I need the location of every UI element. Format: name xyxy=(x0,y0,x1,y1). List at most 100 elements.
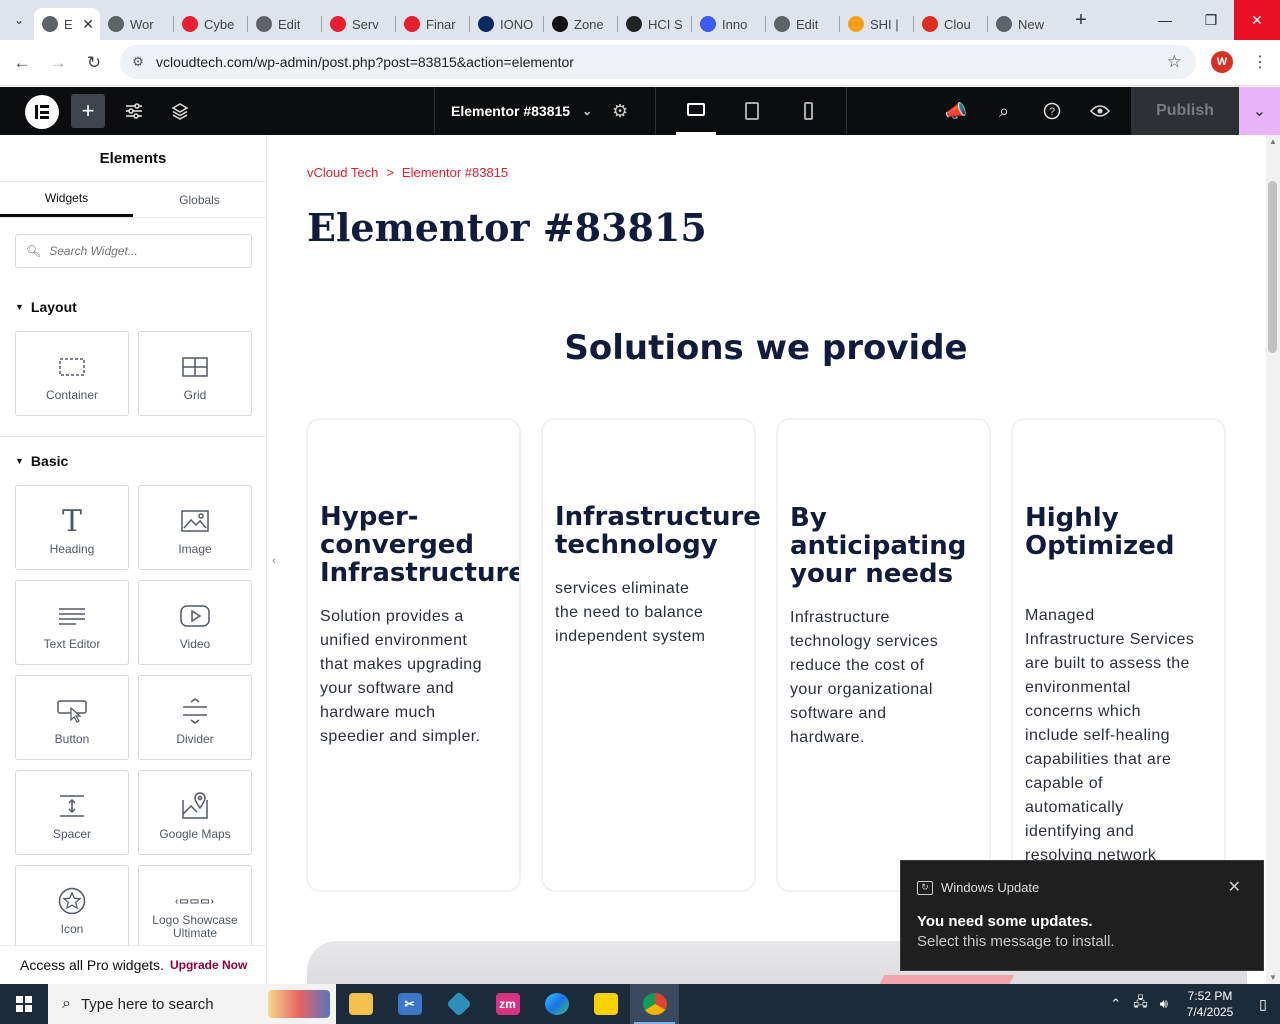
solutions-heading[interactable]: Solutions we provide xyxy=(281,328,1251,368)
tab-title: Finar xyxy=(426,16,456,32)
address-toolbar: ← → ↻ ⚙ vcloudtech.com/wp-admin/post.php… xyxy=(0,40,1280,86)
minimize-button[interactable]: — xyxy=(1142,0,1188,40)
widget-spacer[interactable]: Spacer xyxy=(15,770,129,855)
browser-tab[interactable]: Serv xyxy=(322,8,395,40)
network-icon[interactable]: 🖧 xyxy=(1133,993,1148,1015)
widget-icon[interactable]: Icon xyxy=(15,865,129,950)
add-element-button[interactable]: + xyxy=(71,94,105,128)
url-text[interactable]: vcloudtech.com/wp-admin/post.php?post=83… xyxy=(156,54,574,70)
taskbar-zoom[interactable]: zm xyxy=(483,984,532,1024)
search-highlight-image xyxy=(268,990,330,1018)
notification-center-icon[interactable]: ▯ xyxy=(1246,996,1280,1013)
tab-title: Cybe xyxy=(204,16,235,32)
upgrade-now-link[interactable]: Upgrade Now xyxy=(170,958,247,972)
back-button[interactable]: ← xyxy=(4,45,40,81)
breadcrumb-home-link[interactable]: vCloud Tech xyxy=(307,165,378,180)
solution-card[interactable]: Highly Optimized Managed Infrastructure … xyxy=(1011,418,1226,892)
new-tab-button[interactable]: + xyxy=(1067,6,1095,34)
site-settings-sliders-icon[interactable] xyxy=(117,94,151,128)
chevron-down-icon: ⌄ xyxy=(582,104,593,118)
solution-card[interactable]: Infrastructure technology services elimi… xyxy=(541,418,761,892)
browser-tab[interactable]: Finar xyxy=(396,8,469,40)
scroll-down-arrow-icon[interactable]: ▼ xyxy=(1269,973,1277,982)
profile-avatar[interactable]: W xyxy=(1211,51,1233,73)
window-close-button[interactable]: ✕ xyxy=(1234,0,1280,40)
help-icon[interactable]: ? xyxy=(1035,94,1069,128)
widget-logo-showcase[interactable]: ‹▭▭▭› Logo Showcase Ultimate xyxy=(138,865,252,950)
search-icon[interactable]: ⌕ xyxy=(987,94,1021,128)
browser-tab[interactable]: IONO xyxy=(470,8,543,40)
taskbar-edge[interactable] xyxy=(532,984,581,1024)
widget-search-input[interactable] xyxy=(49,244,230,258)
taskbar-search-box[interactable]: ⌕ Type here to search xyxy=(48,984,336,1024)
widget-divider[interactable]: Divider xyxy=(138,675,252,760)
taskbar-snipping-tool[interactable]: ✂ xyxy=(385,984,434,1024)
browser-tab[interactable]: Edit xyxy=(766,8,839,40)
taskbar-file-explorer[interactable] xyxy=(336,984,385,1024)
browser-tab[interactable]: HCI S xyxy=(618,8,691,40)
scroll-up-arrow-icon[interactable]: ▲ xyxy=(1269,137,1277,146)
layout-category-toggle[interactable]: ▼ Layout xyxy=(15,299,77,315)
restore-button[interactable]: ❐ xyxy=(1188,0,1234,40)
tab-close-icon[interactable]: ✕ xyxy=(82,16,94,33)
canvas-scrollbar[interactable]: ▲ ▼ xyxy=(1266,135,1280,984)
windows-update-toast[interactable]: ↻ Windows Update ✕ You need some updates… xyxy=(900,860,1264,971)
taskbar-app-diamond[interactable] xyxy=(434,984,483,1024)
reload-button[interactable]: ↻ xyxy=(76,45,112,81)
taskbar-chrome[interactable] xyxy=(630,984,679,1024)
zm-app-icon: zm xyxy=(495,993,520,1015)
widget-text-editor[interactable]: Text Editor xyxy=(15,580,129,665)
volume-icon[interactable]: 🔊︎ xyxy=(1160,996,1168,1012)
browser-tab[interactable]: Zone xyxy=(544,8,617,40)
widget-container[interactable]: Container xyxy=(15,331,129,416)
widget-search-field[interactable]: 🔍︎ xyxy=(15,234,252,268)
elementor-logo-button[interactable] xyxy=(25,95,59,129)
bookmark-star-icon[interactable]: ☆ xyxy=(1167,52,1182,72)
solution-card[interactable]: By anticipating your needs Infrastructur… xyxy=(776,418,991,892)
tablet-device-icon[interactable] xyxy=(732,87,772,135)
forward-button[interactable]: → xyxy=(40,45,76,81)
widget-button[interactable]: Button xyxy=(15,675,129,760)
browser-tab[interactable]: Wor xyxy=(100,8,173,40)
basic-category-toggle[interactable]: ▼ Basic xyxy=(15,453,68,469)
publish-button[interactable]: Publish xyxy=(1131,87,1239,135)
desktop-device-icon[interactable] xyxy=(676,87,716,135)
clock[interactable]: 7:52 PM 7/4/2025 xyxy=(1174,988,1246,1020)
browser-menu-icon[interactable]: ⋮ xyxy=(1252,52,1268,72)
show-hidden-icons-chevron-icon[interactable]: ⌃ xyxy=(1110,996,1121,1012)
diamond-app-icon xyxy=(445,991,472,1017)
browser-tab[interactable]: E ✕ xyxy=(34,8,100,40)
system-tray: ⌃ 🖧 🔊︎ 7:52 PM 7/4/2025 ▯ xyxy=(1104,984,1280,1024)
site-settings-icon[interactable]: ⚙ xyxy=(124,54,152,70)
browser-tab[interactable]: Clou xyxy=(914,8,987,40)
widget-video[interactable]: Video xyxy=(138,580,252,665)
notifications-megaphone-icon[interactable]: 📣 xyxy=(939,94,973,128)
widget-image[interactable]: Image xyxy=(138,485,252,570)
taskbar-sticky-notes[interactable] xyxy=(581,984,630,1024)
toast-close-icon[interactable]: ✕ xyxy=(1228,877,1241,897)
tab-globals[interactable]: Globals xyxy=(133,182,266,217)
browser-tab[interactable]: Cybe xyxy=(174,8,247,40)
publish-options-chevron-icon[interactable]: ⌄ xyxy=(1239,87,1280,135)
browser-tab[interactable]: Edit xyxy=(248,8,321,40)
browser-tab[interactable]: SHI | xyxy=(840,8,913,40)
collapse-panel-chevron-icon[interactable]: ‹ xyxy=(267,545,281,575)
omnibox[interactable]: ⚙ vcloudtech.com/wp-admin/post.php?post=… xyxy=(120,45,1196,79)
page-title[interactable]: Elementor #83815 xyxy=(307,205,707,250)
breadcrumb-current: Elementor #83815 xyxy=(401,165,509,180)
widget-grid[interactable]: Grid xyxy=(138,331,252,416)
widget-heading[interactable]: T Heading xyxy=(15,485,129,570)
browser-tab[interactable]: Inno xyxy=(692,8,765,40)
preview-eye-icon[interactable] xyxy=(1083,94,1117,128)
solution-card[interactable]: Hyper- converged Infrastructure Solution… xyxy=(306,418,521,892)
zone-favicon-icon xyxy=(552,16,568,32)
start-button[interactable] xyxy=(0,984,48,1024)
mobile-device-icon[interactable] xyxy=(788,87,828,135)
scrollbar-thumb[interactable] xyxy=(1268,181,1277,353)
structure-layers-icon[interactable] xyxy=(163,94,197,128)
tab-widgets[interactable]: Widgets xyxy=(0,182,133,217)
page-settings-gear-icon[interactable]: ⚙ xyxy=(612,101,628,122)
tab-search-chevron-icon[interactable]: ⌄ xyxy=(4,5,34,35)
browser-tab[interactable]: New xyxy=(988,8,1061,40)
widget-google-maps[interactable]: Google Maps xyxy=(138,770,252,855)
